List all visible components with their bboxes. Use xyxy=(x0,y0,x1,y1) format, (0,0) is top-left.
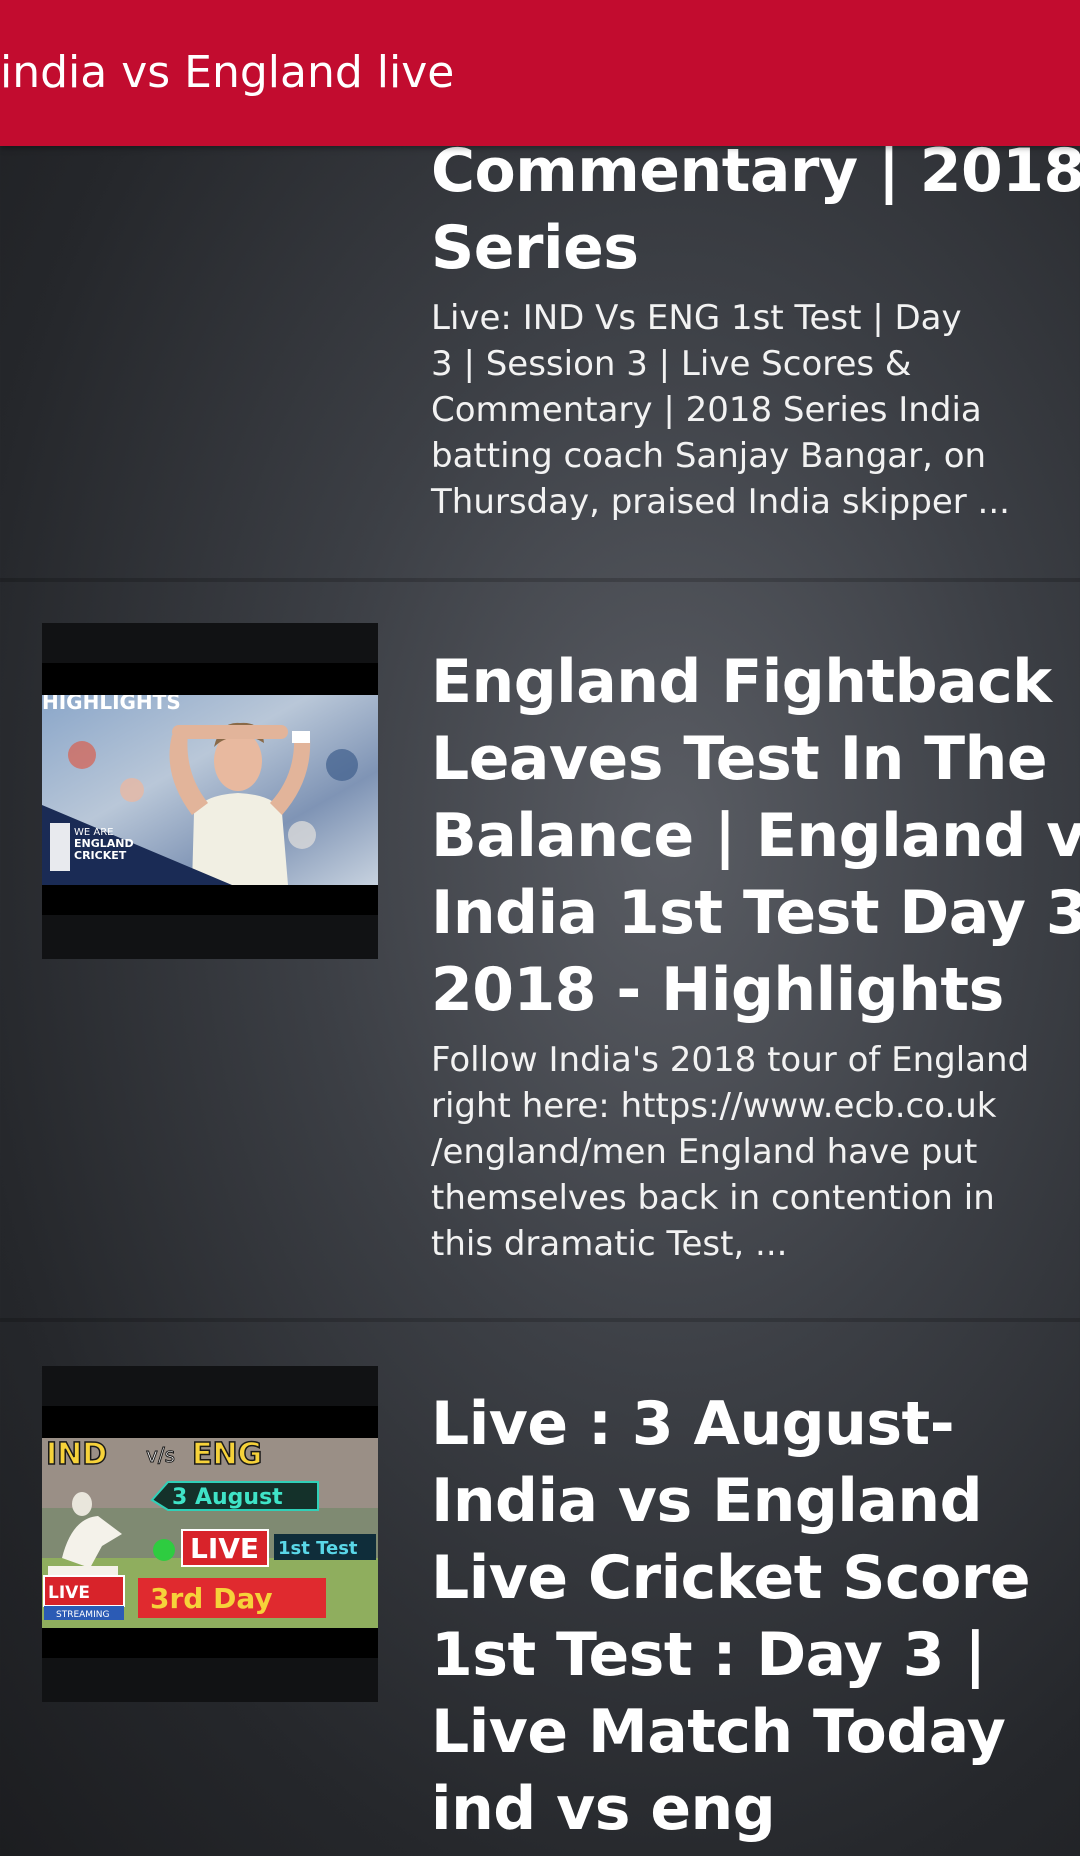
video-title-line: 2018 - Highlights xyxy=(431,955,1004,1025)
video-title-line: India vs England xyxy=(431,1466,983,1536)
team-a-text: IND xyxy=(46,1438,107,1472)
video-description-line: Commentary | 2018 Series India xyxy=(431,390,982,430)
video-description-line: /england/men England have put xyxy=(431,1132,978,1172)
video-thumbnail[interactable]: HIGHLIGHTS WE ARE ENGLAND CRICKET xyxy=(42,623,378,959)
video-description-line: this dramatic Test, ... xyxy=(431,1224,788,1264)
video-title[interactable]: Commentary | 2018 Series xyxy=(431,133,1080,287)
video-description-line: batting coach Sanjay Bangar, on xyxy=(431,436,987,476)
video-title-line: Live Cricket Score xyxy=(431,1543,1031,1613)
app-bar: india vs England live xyxy=(0,0,1080,146)
highlights-banner-text: HIGHLIGHTS xyxy=(42,695,181,714)
video-title-line: 1st Test : Day 3 | xyxy=(431,1620,986,1690)
video-description-line: Follow India's 2018 tour of England xyxy=(431,1040,1030,1080)
letterbox-bar xyxy=(42,885,378,915)
video-thumbnail[interactable]: IND v/s ENG 3 August LIVE 1st Test LIVE … xyxy=(42,1366,378,1702)
video-description-line: themselves back in contention in xyxy=(431,1178,995,1218)
live-badge-text: LIVE xyxy=(48,1583,90,1603)
video-title-line: Leaves Test In The xyxy=(431,724,1048,794)
video-description-line: 3 | Session 3 | Live Scores & xyxy=(431,344,912,384)
letterbox-bar xyxy=(42,663,378,695)
vs-text: v/s xyxy=(146,1443,175,1467)
video-card[interactable]: HIGHLIGHTS WE ARE ENGLAND CRICKET Englan… xyxy=(0,582,1080,1318)
video-feed[interactable]: Commentary | 2018 Series Live: IND Vs EN… xyxy=(0,0,1080,1856)
video-description-line: right here: https://www.ecb.co.uk xyxy=(431,1086,997,1126)
letterbox-bar xyxy=(42,1628,378,1658)
video-title-line: England Fightback xyxy=(431,647,1052,717)
live-text: LIVE xyxy=(190,1532,259,1565)
date-text: 3 August xyxy=(172,1485,283,1510)
video-description-line: Live: IND Vs ENG 1st Test | Day xyxy=(431,298,962,338)
video-title-line: Live Match Today xyxy=(431,1697,1006,1767)
thumbnail-image-live-score: IND v/s ENG 3 August LIVE 1st Test LIVE … xyxy=(42,1438,378,1628)
letterbox-bar xyxy=(42,1406,378,1438)
video-description: Follow India's 2018 tour of England righ… xyxy=(431,1037,1061,1267)
video-title-line: India 1st Test Day 3 xyxy=(431,878,1080,948)
thumbnail-image-highlights: HIGHLIGHTS WE ARE ENGLAND CRICKET xyxy=(42,695,378,885)
video-description: Live: IND Vs ENG 1st Test | Day 3 | Sess… xyxy=(431,295,1061,525)
video-title[interactable]: Live : 3 August- India vs England Live C… xyxy=(431,1386,1051,1848)
video-title[interactable]: England Fightback Leaves Test In The Bal… xyxy=(431,644,1080,1029)
day-label-text: 3rd Day xyxy=(150,1582,273,1615)
search-query-title[interactable]: india vs England live xyxy=(0,44,454,102)
logo-text: CRICKET xyxy=(74,849,127,862)
streaming-text: STREAMING xyxy=(56,1610,109,1620)
video-title-line: ind vs eng xyxy=(431,1774,776,1844)
video-title-line: Live : 3 August- xyxy=(431,1389,955,1459)
video-title-line: Series xyxy=(431,213,639,283)
team-b-text: ENG xyxy=(192,1438,262,1472)
video-card[interactable]: IND v/s ENG 3 August LIVE 1st Test LIVE … xyxy=(0,1322,1080,1856)
video-title-line: Balance | England v xyxy=(431,801,1080,871)
test-label-text: 1st Test xyxy=(278,1538,358,1559)
video-description-line: Thursday, praised India skipper ... xyxy=(431,482,1010,522)
